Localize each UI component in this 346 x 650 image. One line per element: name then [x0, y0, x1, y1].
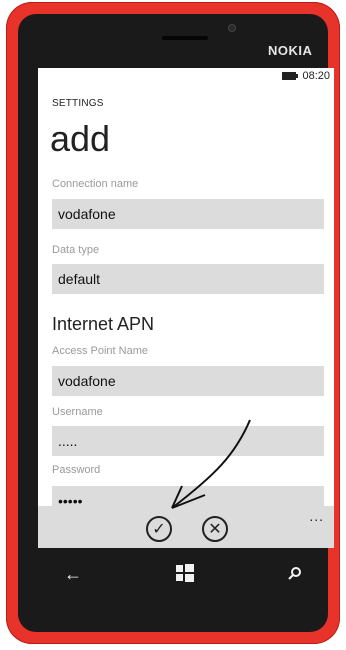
hardware-nav-bar: ← — [38, 558, 334, 598]
search-icon[interactable] — [288, 566, 302, 580]
pointer-arrow-annotation — [171, 419, 251, 509]
windows-start-icon[interactable] — [176, 564, 194, 582]
back-arrow-icon[interactable]: ← — [64, 564, 82, 585]
